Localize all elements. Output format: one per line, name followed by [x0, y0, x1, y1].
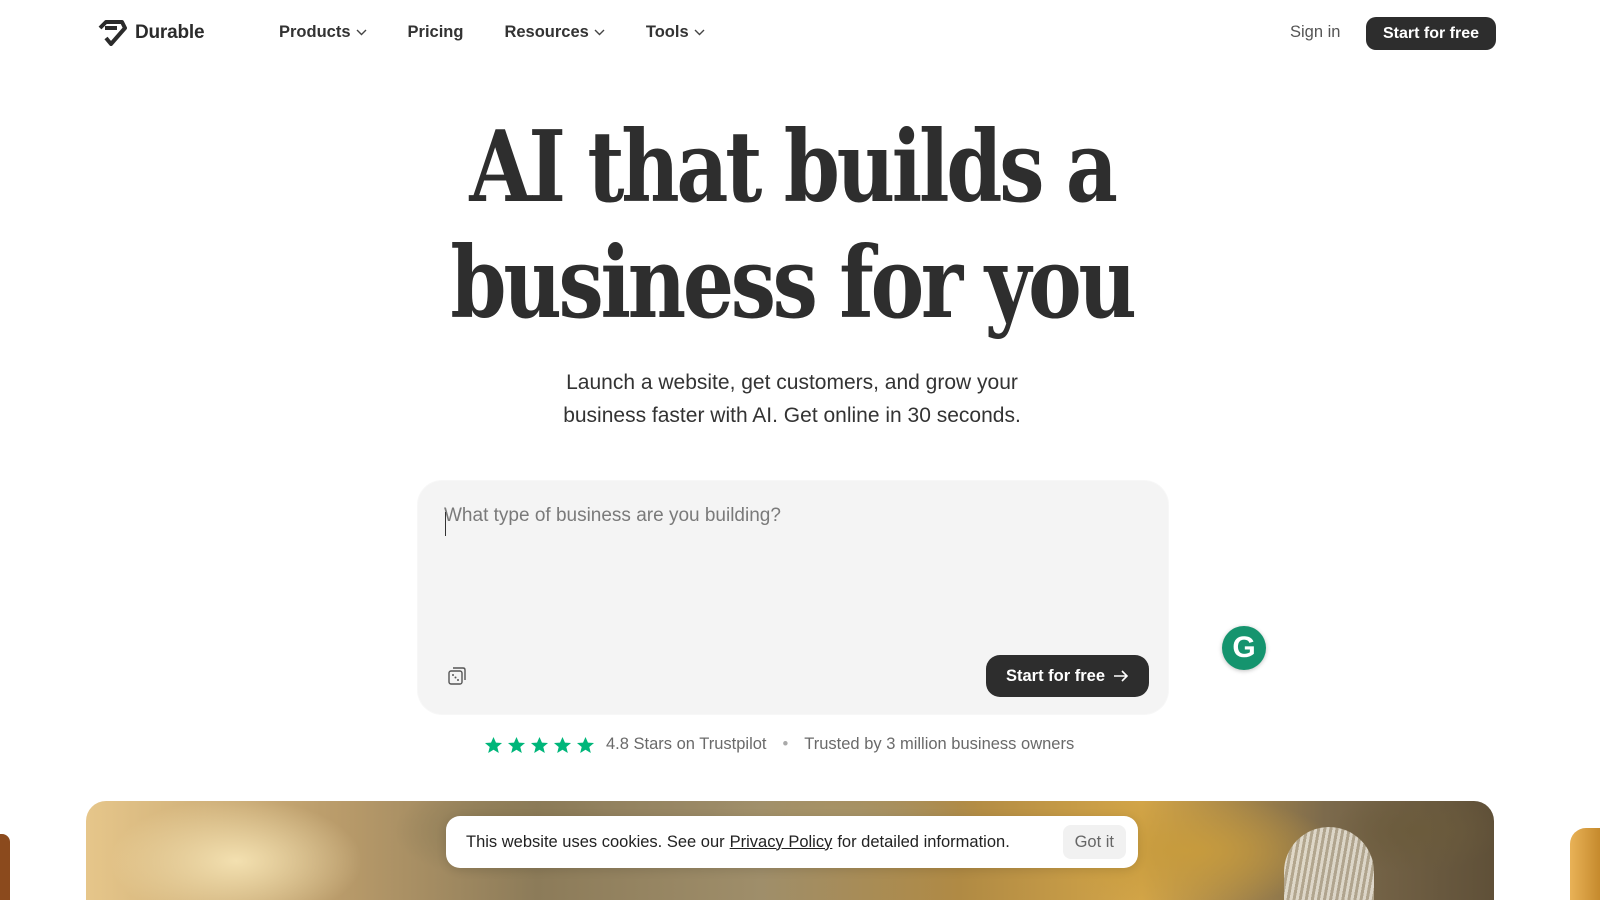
- top-nav: Durable Products Pricing Resources Tools…: [0, 0, 1600, 68]
- durable-logo-icon: [98, 20, 127, 46]
- hero-title: AI that builds a business for you: [143, 110, 1442, 342]
- trusted-by-text: Trusted by 3 million business owners: [804, 735, 1075, 753]
- trustpilot-rating: 4.8 Stars on Trustpilot: [606, 735, 767, 753]
- hero-subtitle: Launch a website, get customers, and gro…: [0, 366, 1584, 432]
- nav-item-label: Resources: [504, 23, 589, 41]
- grammarly-icon[interactable]: G: [1222, 626, 1266, 670]
- chevron-down-icon: [694, 29, 705, 36]
- star-icon: [576, 736, 595, 753]
- trustpilot-stars: [484, 736, 595, 754]
- hero-subtitle-line-2: business faster with AI. Get online in 3…: [563, 404, 1021, 427]
- nav-item-tools[interactable]: Tools: [646, 23, 705, 42]
- sign-in-link[interactable]: Sign in: [1290, 23, 1340, 42]
- hero-title-line-1: AI that builds a: [469, 110, 1118, 225]
- nav-item-products[interactable]: Products: [279, 23, 367, 42]
- prompt-cta-label: Start for free: [1005, 666, 1106, 685]
- separator-dot: •: [782, 735, 789, 753]
- star-icon: [484, 736, 503, 753]
- star-icon: [553, 736, 572, 753]
- privacy-policy-link[interactable]: Privacy Policy: [730, 833, 833, 852]
- nav-item-label: Products: [279, 23, 351, 41]
- hero-title-line-2: business for you: [450, 226, 1136, 341]
- nav-item-label: Tools: [645, 23, 689, 41]
- brand-logo[interactable]: Durable: [97, 20, 205, 46]
- person-hair-shape: [1284, 827, 1374, 900]
- carousel-next-image: [1570, 828, 1600, 900]
- trust-row: 4.8 Stars on Trustpilot • Trusted by 3 m…: [484, 735, 1074, 754]
- cookie-text-before: This website uses cookies. See our: [466, 832, 725, 851]
- nav-item-pricing[interactable]: Pricing: [408, 23, 464, 42]
- text-caret: [445, 512, 446, 536]
- chevron-down-icon: [594, 29, 605, 36]
- star-icon: [530, 736, 549, 753]
- cookie-accept-button[interactable]: Got it: [1062, 825, 1126, 859]
- cookie-banner: This website uses cookies. See our Priva…: [446, 816, 1138, 868]
- chevron-down-icon: [356, 29, 367, 36]
- arrow-right-icon: [1114, 670, 1129, 682]
- cookie-text-after: for detailed information.: [837, 832, 1010, 851]
- business-type-input[interactable]: [444, 505, 1124, 625]
- nav-item-resources[interactable]: Resources: [504, 23, 605, 42]
- prompt-start-free-button[interactable]: Start for free: [986, 655, 1149, 697]
- nav-links: Products Pricing Resources Tools: [279, 23, 746, 42]
- nav-item-label: Pricing: [407, 23, 464, 41]
- shuffle-dice-icon[interactable]: [446, 665, 468, 687]
- brand-name: Durable: [135, 22, 205, 43]
- carousel-prev-image: [0, 834, 10, 900]
- hero-subtitle-line-1: Launch a website, get customers, and gro…: [566, 371, 1018, 394]
- business-prompt-card: Start for free: [418, 481, 1168, 714]
- star-icon: [507, 736, 526, 753]
- nav-start-free-button[interactable]: Start for free: [1366, 17, 1496, 50]
